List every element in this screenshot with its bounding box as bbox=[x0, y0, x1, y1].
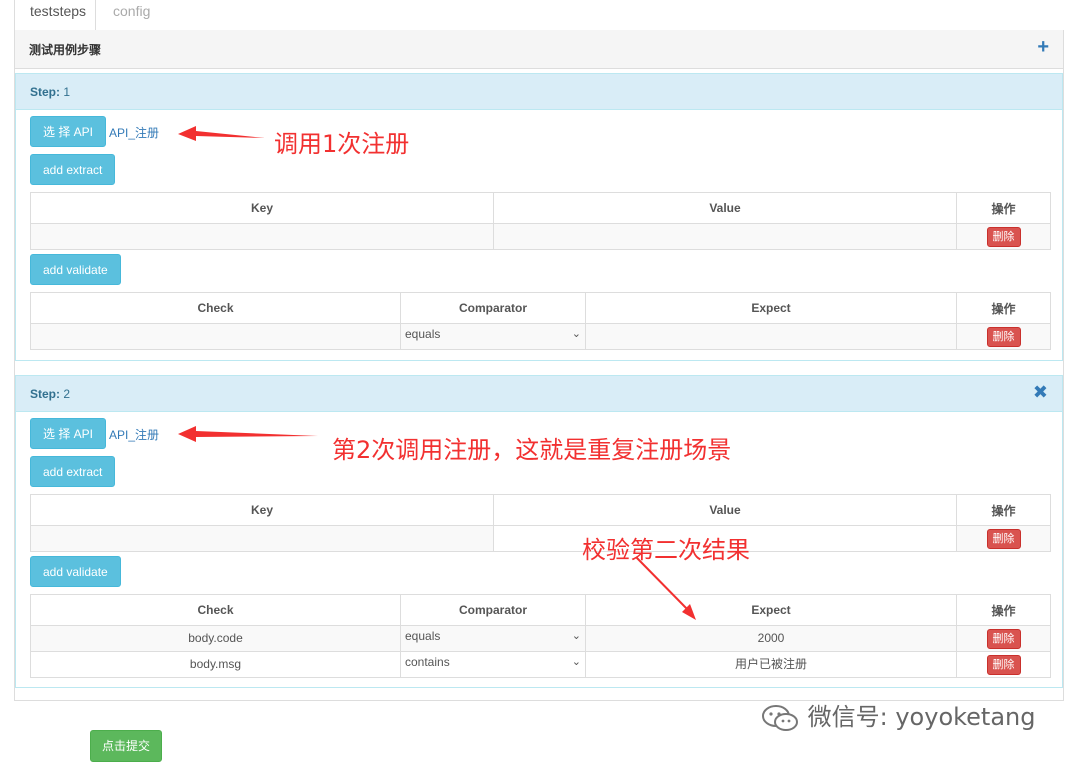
annotation-text: 调用1次注册 bbox=[274, 130, 410, 158]
annotation-text: 校验第二次结果 bbox=[582, 536, 750, 564]
annotation-layer bbox=[178, 126, 696, 620]
red-arrow bbox=[635, 556, 691, 613]
red-arrow bbox=[178, 426, 318, 442]
watermark: 微信号: yoyoketang bbox=[760, 697, 1036, 733]
annotation-text: 第2次调用注册，这就是重复注册场景 bbox=[332, 436, 732, 464]
wechat-icon bbox=[762, 705, 798, 731]
red-arrow bbox=[178, 126, 265, 141]
watermark-text: 微信号: yoyoketang bbox=[807, 703, 1036, 731]
